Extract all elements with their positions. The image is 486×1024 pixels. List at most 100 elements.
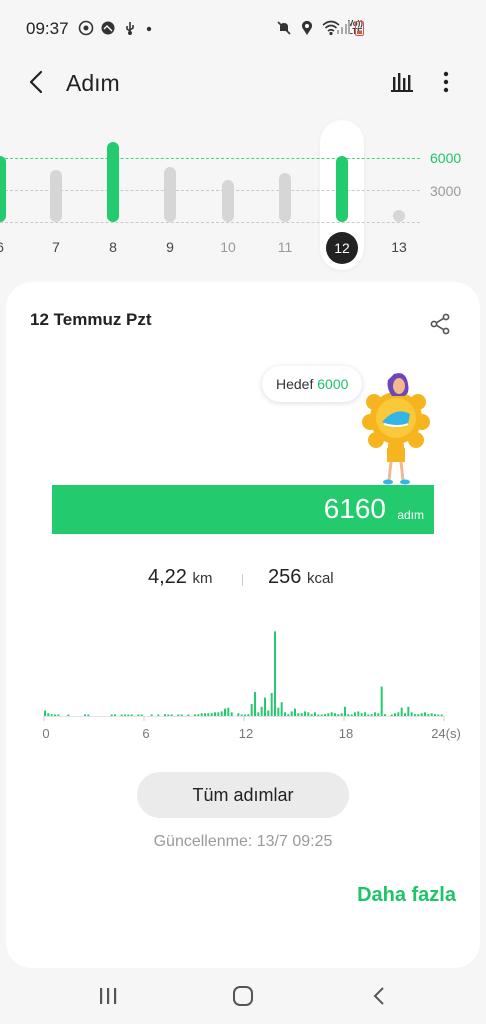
hourly-bar [230,712,233,716]
hourly-bar [290,711,293,716]
status-bar: 09:37 Vo)) LTE [0,0,486,56]
hourly-bar [150,714,153,716]
daily-steps-strip: 6000 3000 67 8 9 10 11 12 13 [0,118,486,278]
hourly-bar [427,714,430,716]
status-icons-left [78,20,154,36]
hourly-bar [367,714,370,716]
more-link[interactable]: Daha fazla [357,884,456,907]
hourly-bar [370,714,373,716]
hourly-bar [434,714,436,716]
hourly-bar [200,713,203,716]
status-icons-right: Vo)) LTE [276,20,366,36]
day-bar-10[interactable] [222,180,234,222]
bar-chart-icon[interactable] [388,68,416,96]
hourly-bar [270,693,273,716]
hourly-bar [164,714,166,716]
hourly-bar [377,713,380,716]
hourly-bar [280,702,283,716]
base-reference-line [0,222,420,223]
dot-icon [146,26,152,32]
home-icon[interactable] [229,984,257,1008]
back-icon[interactable] [366,984,394,1008]
hourly-bar [357,711,360,716]
hourly-bar [440,714,443,716]
all-steps-button[interactable]: Tüm adımlar [137,772,349,818]
hourly-bar [54,714,56,716]
day-label-13[interactable]: 13 [379,239,419,255]
hourly-bar [264,697,266,716]
hourly-bar [87,714,90,716]
daily-detail-card: 12 Temmuz Pzt Hedef 6000 6160 adım 4,22 … [6,282,480,968]
day-bar-7[interactable] [50,169,62,222]
updated-timestamp: Güncellenme: 13/7 09:25 [153,833,333,850]
day-bar-8[interactable] [107,142,119,222]
day-bar-12[interactable] [336,156,348,222]
day-label-11[interactable]: 11 [265,239,305,255]
back-button[interactable] [22,66,54,98]
calories-value: 256 [268,566,302,588]
day-label-6[interactable]: 6 [0,239,20,255]
hourly-bar [384,714,386,716]
hourly-bar [420,713,423,716]
hourly-bar [404,713,406,716]
system-nav-bar [0,968,486,1024]
distance-unit: km [192,570,213,587]
hourly-bar [114,714,116,716]
hourly-bar [344,706,346,716]
signal-icon [337,21,350,34]
hourly-bar [157,714,160,716]
hourly-bar [247,714,250,716]
day-bar-11[interactable] [279,172,291,222]
day-label-7[interactable]: 7 [36,239,76,255]
mid-reference-label: 3000 [430,183,462,199]
mute-icon [277,21,291,35]
hourly-bar [400,707,403,716]
hourly-bar [350,714,353,716]
steps-unit: adım [397,508,424,522]
mid-reference-line [0,190,420,191]
hourly-bar [137,714,140,716]
hourly-bar [354,712,356,716]
hourly-bar [50,714,53,716]
hourly-bar [437,714,440,716]
day-label-8[interactable]: 8 [93,239,133,255]
day-label-10[interactable]: 10 [208,239,248,255]
day-bar-9[interactable] [164,166,176,222]
hourly-bar [314,712,316,716]
day-label-12[interactable]: 12 [326,232,358,264]
recents-icon[interactable] [94,984,122,1008]
hourly-bar [140,714,143,716]
hourly-bar [170,714,173,716]
day-bar-6[interactable] [0,155,6,222]
usb-icon [126,22,134,35]
hourly-bar [267,710,270,716]
chart-x-tick-label: 12 [239,726,253,741]
more-vertical-icon[interactable] [434,68,458,96]
stats-row: 4,22 km 256 kcal [6,566,480,596]
hourly-bar [284,712,286,716]
hourly-bar [274,631,276,716]
hourly-bar [390,714,393,716]
hourly-bar [374,712,376,716]
hourly-bar [57,714,60,716]
hourly-bar [320,714,323,716]
hourly-steps-chart: 0 6 12 18 24(s) [42,631,461,741]
goal-bubble: Hedef 6000 [262,366,363,402]
hourly-bar [287,714,290,716]
hourly-bar [47,713,50,716]
whatsapp-icon [78,20,94,36]
day-bar-13[interactable] [393,210,405,222]
hourly-bar [337,714,340,716]
hourly-bar [360,713,363,716]
hourly-bar [294,708,296,716]
hourly-bar [124,714,126,716]
hourly-bar [237,713,240,716]
hourly-bar [240,714,243,716]
hourly-bar [127,714,130,716]
hourly-bar [120,714,123,716]
hourly-bar [397,712,400,716]
share-icon[interactable] [428,312,452,336]
hourly-bar [214,712,216,716]
day-label-9[interactable]: 9 [150,239,190,255]
location-icon [302,20,312,35]
